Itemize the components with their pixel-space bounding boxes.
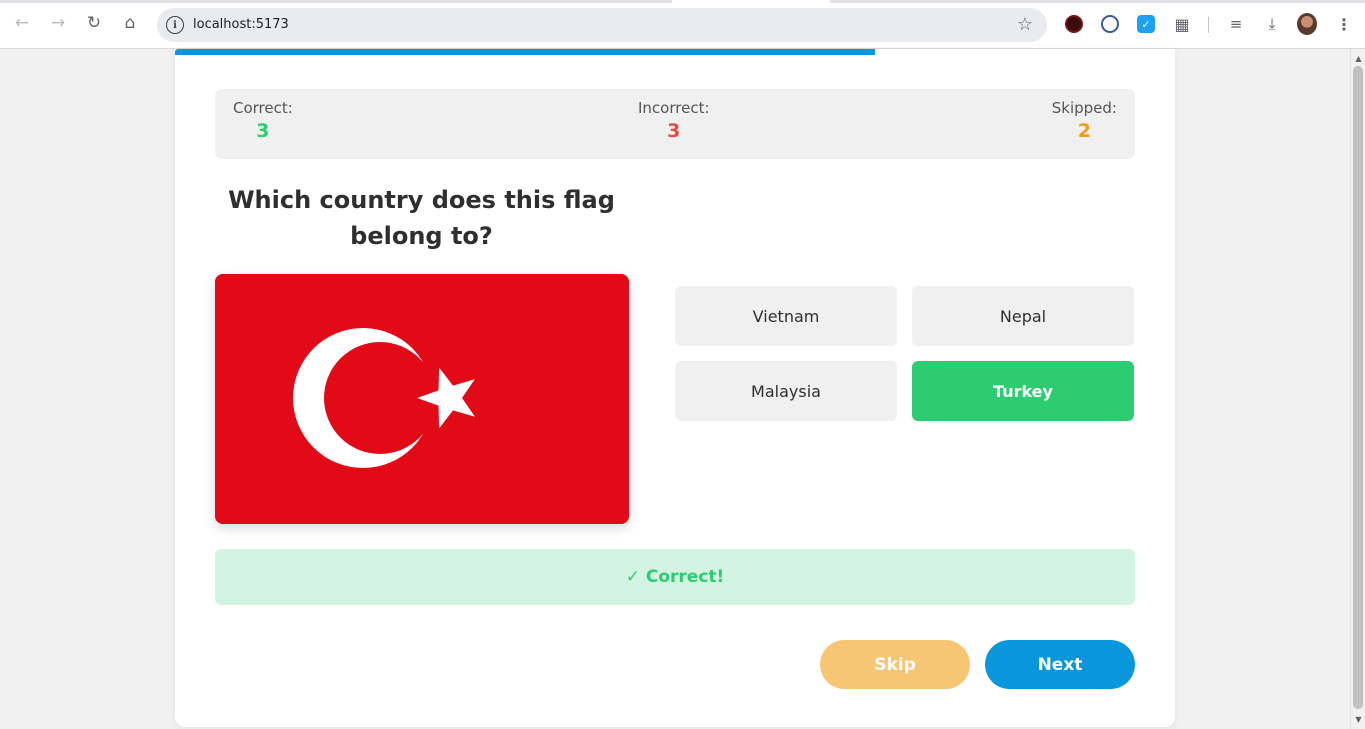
- tab-strip: [0, 0, 1365, 3]
- forward-icon[interactable]: →: [46, 11, 70, 35]
- active-tab[interactable]: [672, 0, 830, 3]
- quiz-card: Correct: 3 Incorrect: 3 Skipped: 2 Which…: [175, 49, 1175, 727]
- question-text: Which country does this flag belong to?: [228, 186, 615, 250]
- option-malaysia[interactable]: Malaysia: [675, 361, 897, 421]
- score-panel: Correct: 3 Incorrect: 3 Skipped: 2: [215, 89, 1135, 159]
- incorrect-label: Incorrect:: [638, 99, 710, 117]
- correct-label: Correct:: [233, 99, 293, 117]
- download-icon[interactable]: ⤓: [1262, 14, 1282, 34]
- correct-stat: Correct: 3: [233, 99, 293, 142]
- option-turkey[interactable]: Turkey: [912, 361, 1134, 421]
- feedback-message: ✓ Correct!: [215, 549, 1135, 605]
- reload-icon[interactable]: ↻: [82, 11, 106, 35]
- extension-1-icon[interactable]: [1064, 14, 1084, 34]
- incorrect-count: 3: [667, 120, 681, 142]
- browser-toolbar: ← → ↻ ⌂ i localhost:5173 ☆ ✓ ▦ ≡ ⤓ ⋮: [0, 0, 1365, 49]
- skipped-label: Skipped:: [1051, 99, 1117, 117]
- turkey-flag-image: [215, 274, 629, 524]
- extension-3-icon[interactable]: ✓: [1136, 14, 1156, 34]
- home-icon[interactable]: ⌂: [118, 11, 142, 35]
- extension-2-icon[interactable]: [1100, 14, 1120, 34]
- flag-graphic: [215, 274, 629, 524]
- address-bar[interactable]: i localhost:5173 ☆: [157, 8, 1047, 42]
- back-icon[interactable]: ←: [10, 11, 34, 35]
- info-icon[interactable]: i: [166, 16, 184, 34]
- skip-button[interactable]: Skip: [820, 640, 970, 689]
- kebab-menu-icon[interactable]: ⋮: [1334, 14, 1354, 34]
- scroll-down-icon[interactable]: ▼: [1351, 712, 1365, 726]
- option-vietnam[interactable]: Vietnam: [675, 286, 897, 346]
- toolbar-separator: [1208, 17, 1209, 33]
- incorrect-stat: Incorrect: 3: [638, 99, 710, 142]
- page-scrollbar[interactable]: ▲ ▼: [1350, 49, 1365, 729]
- skipped-stat: Skipped: 2: [1052, 99, 1117, 142]
- puzzle-icon[interactable]: ▦: [1172, 14, 1192, 34]
- media-control-icon[interactable]: ≡: [1226, 14, 1246, 34]
- next-button[interactable]: Next: [985, 640, 1135, 689]
- progress-bar: [175, 49, 875, 55]
- option-nepal[interactable]: Nepal: [912, 286, 1134, 346]
- bookmark-star-icon[interactable]: ☆: [1017, 14, 1033, 35]
- url-text[interactable]: localhost:5173: [193, 17, 289, 32]
- correct-count: 3: [256, 120, 270, 142]
- profile-avatar[interactable]: [1297, 13, 1317, 35]
- scroll-up-icon[interactable]: ▲: [1351, 51, 1365, 65]
- scrollbar-thumb[interactable]: [1353, 66, 1363, 709]
- skipped-count: 2: [1077, 120, 1091, 142]
